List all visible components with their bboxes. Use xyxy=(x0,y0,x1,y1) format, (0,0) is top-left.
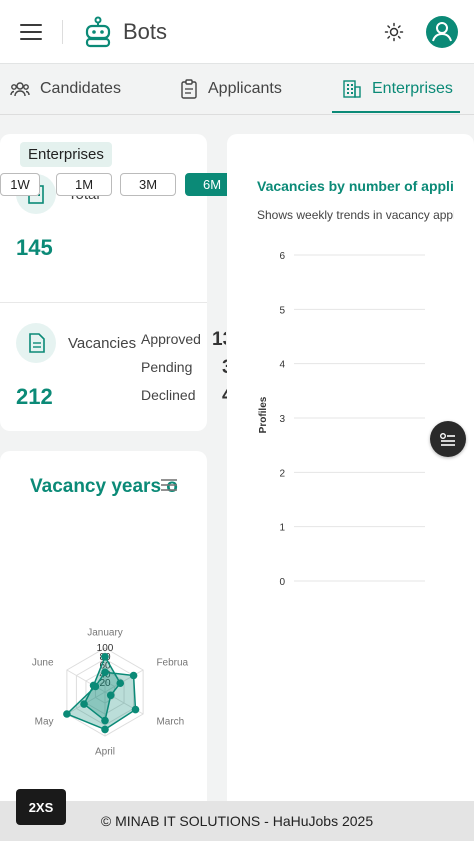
stats-divider xyxy=(0,302,207,303)
vacancies-chart-subtitle: Shows weekly trends in vacancy appl xyxy=(257,208,454,222)
tab-enterprises-label: Enterprises xyxy=(372,80,453,97)
footer-copyright: © MINAB IT SOLUTIONS - HaHuJobs 2025 xyxy=(100,813,374,829)
range-1w-button[interactable]: 1W xyxy=(0,173,40,196)
building-icon xyxy=(343,80,361,98)
radar-data-point xyxy=(101,653,109,661)
list-filter-icon xyxy=(439,432,455,446)
radar-data-point xyxy=(129,671,138,680)
tab-candidates-label: Candidates xyxy=(40,80,121,97)
radar-category-label: March xyxy=(156,717,184,728)
y-tick-label: 0 xyxy=(279,577,285,588)
radar-category-label: January xyxy=(87,628,123,639)
radar-data-point xyxy=(131,705,140,714)
sun-icon[interactable] xyxy=(384,22,404,42)
radar-data-point xyxy=(63,710,71,718)
radar-category-label: June xyxy=(32,657,54,668)
radar-category-label: Februa xyxy=(156,657,188,668)
vacancies-chart-title: Vacancies by number of appli xyxy=(257,178,454,194)
radar-data-point xyxy=(91,682,100,691)
user-icon xyxy=(432,22,452,42)
document-icon xyxy=(29,333,45,353)
radar-data-point xyxy=(101,725,109,734)
radar-series-area xyxy=(65,671,137,731)
tab-applicants-label: Applicants xyxy=(208,80,282,97)
header-divider xyxy=(62,20,63,44)
menu-lines-icon[interactable] xyxy=(160,478,178,492)
clipboard-icon xyxy=(181,79,197,99)
enterprises-chip: Enterprises xyxy=(20,142,112,167)
people-icon xyxy=(10,82,30,97)
radar-chart: JanuaryFebruaMarchAprilMayJune1008060402… xyxy=(32,628,189,758)
y-tick-label: 1 xyxy=(279,523,285,534)
vacancies-line-chart: 0 1 2 3 4 5 6 Profiles xyxy=(258,251,425,588)
tab-applicants[interactable]: Applicants xyxy=(180,64,282,114)
filter-fab-button[interactable] xyxy=(430,421,466,457)
y-tick-label: 3 xyxy=(279,414,285,425)
range-3m-button[interactable]: 3M xyxy=(120,173,176,196)
vacancies-label: Vacancies xyxy=(68,335,137,352)
y-axis-label: Profiles xyxy=(258,396,269,433)
vacancies-icon-badge xyxy=(16,323,56,363)
breakpoint-badge: 2XS xyxy=(16,789,66,825)
tab-candidates[interactable]: Candidates xyxy=(10,64,121,114)
tab-bar: Candidates Applicants Enterprises xyxy=(0,64,474,115)
total-value: 145 xyxy=(16,235,53,260)
active-tab-indicator xyxy=(332,111,460,113)
pending-label: Pending xyxy=(141,359,193,375)
declined-label: Declined xyxy=(141,387,196,403)
vacancies-value: 212 xyxy=(16,384,53,409)
user-avatar-button[interactable] xyxy=(426,16,458,48)
radar-category-label: May xyxy=(35,717,54,728)
radar-chart-title: Vacancy years o xyxy=(30,476,178,497)
approved-label: Approved xyxy=(141,331,201,347)
radar-category-label: April xyxy=(95,746,115,757)
approved-value: 13 xyxy=(212,329,226,350)
hamburger-icon[interactable] xyxy=(12,18,50,46)
robot-icon xyxy=(85,16,111,48)
range-1m-button[interactable]: 1M xyxy=(56,173,112,196)
y-tick-label: 6 xyxy=(279,251,285,262)
y-tick-label: 4 xyxy=(279,360,285,371)
tab-enterprises[interactable]: Enterprises xyxy=(342,64,453,114)
y-tick-label: 2 xyxy=(279,468,285,479)
app-title: Bots xyxy=(123,19,168,44)
radar-data-point xyxy=(101,668,109,676)
y-tick-label: 5 xyxy=(279,305,285,316)
